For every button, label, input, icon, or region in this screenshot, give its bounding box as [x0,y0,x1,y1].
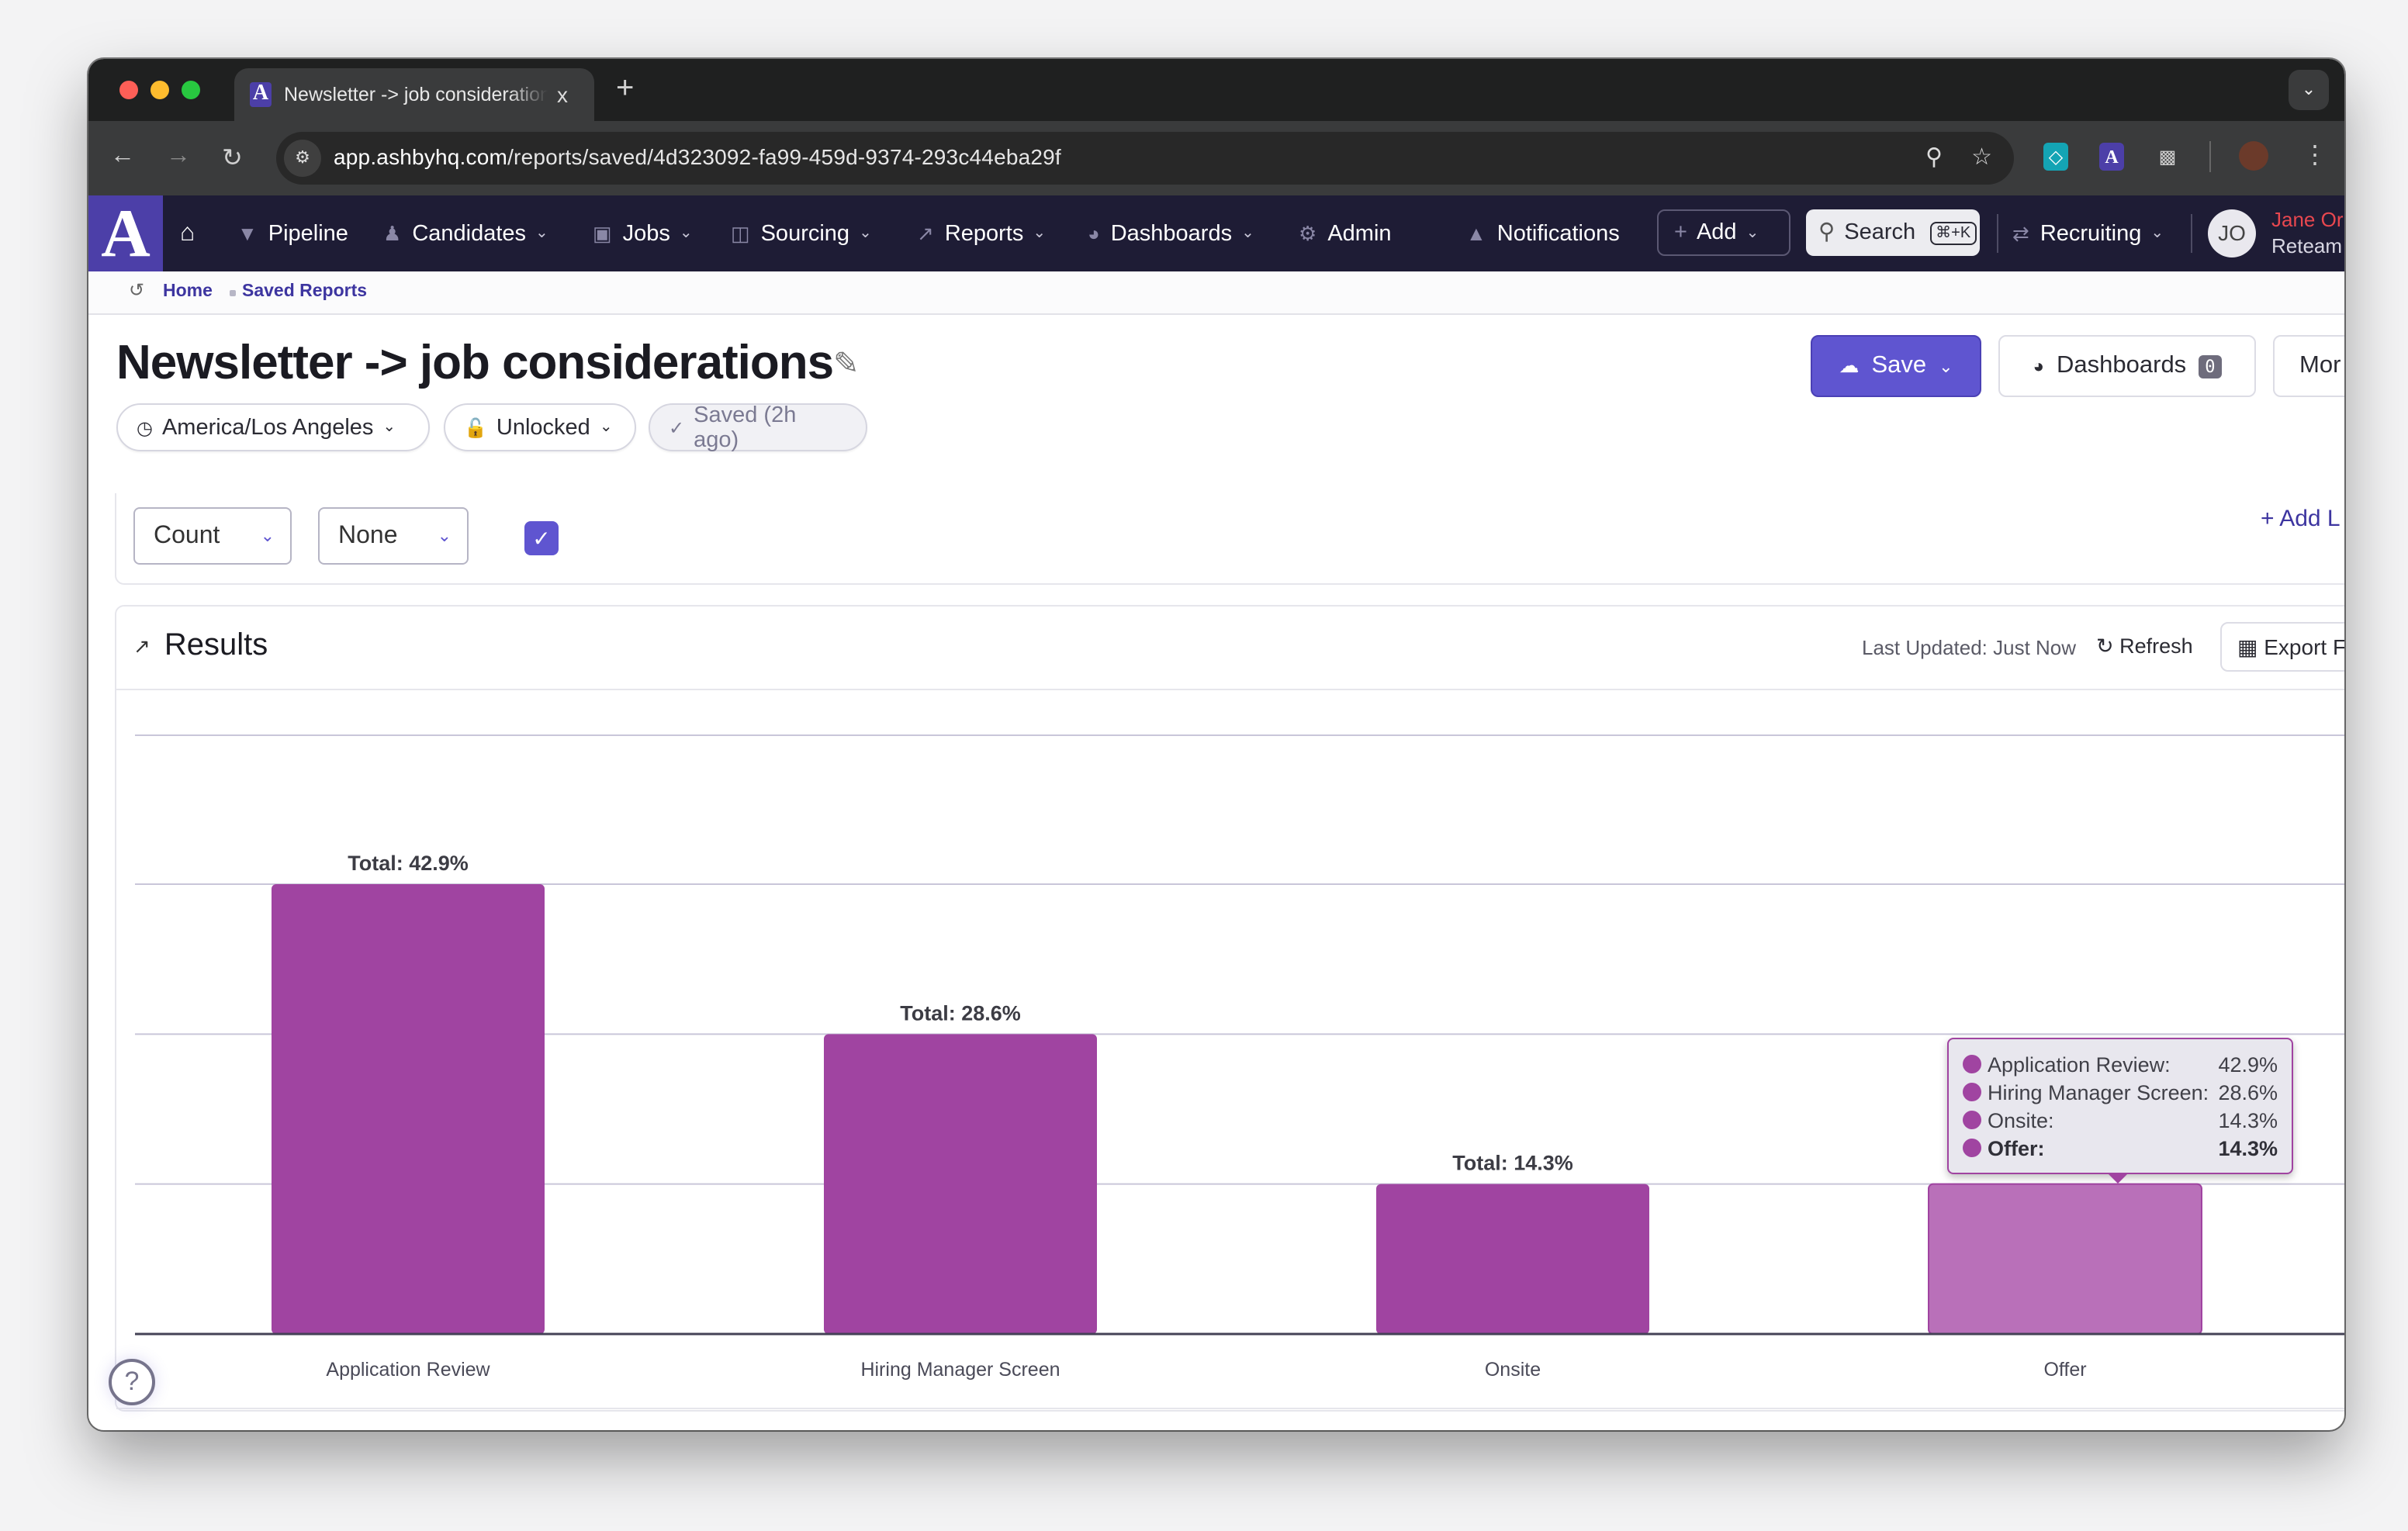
series-dot-icon [1963,1083,1981,1101]
tooltip-arrow [2107,1173,2129,1184]
bar-application-review[interactable] [272,883,545,1334]
tooltip-value: 14.3% [2218,1136,2278,1159]
data-label: Total: 28.6% [900,1001,1021,1025]
tooltip-label: Application Review: [1988,1052,2171,1076]
x-tick-label: Offer [2043,1359,2086,1381]
series-dot-icon [1963,1139,1981,1157]
bar-hiring-manager-screen[interactable] [824,1034,1097,1334]
data-label: Total: 14.3% [1452,1152,1573,1175]
tooltip-row: Application Review: 42.9% [1963,1050,2278,1078]
chart-tooltip: Application Review: 42.9% Hiring Manager S… [1947,1038,2293,1174]
help-button[interactable]: ? [109,1359,155,1405]
tooltip-row: Offer: 14.3% [1963,1134,2278,1162]
bar-onsite[interactable] [1376,1184,1649,1334]
x-tick-label: Hiring Manager Screen [860,1359,1060,1381]
series-dot-icon [1963,1055,1981,1073]
tooltip-value: 42.9% [2218,1052,2278,1076]
data-label: Total: 42.9% [348,852,469,875]
bar-chart: Total: 42.9% Application Review Total: 28.… [116,734,2344,1409]
tooltip-row: Onsite: 14.3% [1963,1106,2278,1134]
x-tick-label: Onsite [1485,1359,1541,1381]
tooltip-value: 28.6% [2218,1080,2278,1104]
tooltip-label: Onsite: [1988,1108,2054,1132]
tooltip-value: 14.3% [2218,1108,2278,1132]
x-tick-label: Application Review [326,1359,490,1381]
tooltip-label: Hiring Manager Screen: [1988,1080,2209,1104]
tooltip-row: Hiring Manager Screen: 28.6% [1963,1078,2278,1106]
series-dot-icon [1963,1111,1981,1129]
tooltip-label: Offer: [1988,1136,2045,1159]
browser-window: A Newsletter -> job considerations x + ⌄… [88,59,2344,1430]
bar-offer[interactable] [1928,1183,2202,1335]
